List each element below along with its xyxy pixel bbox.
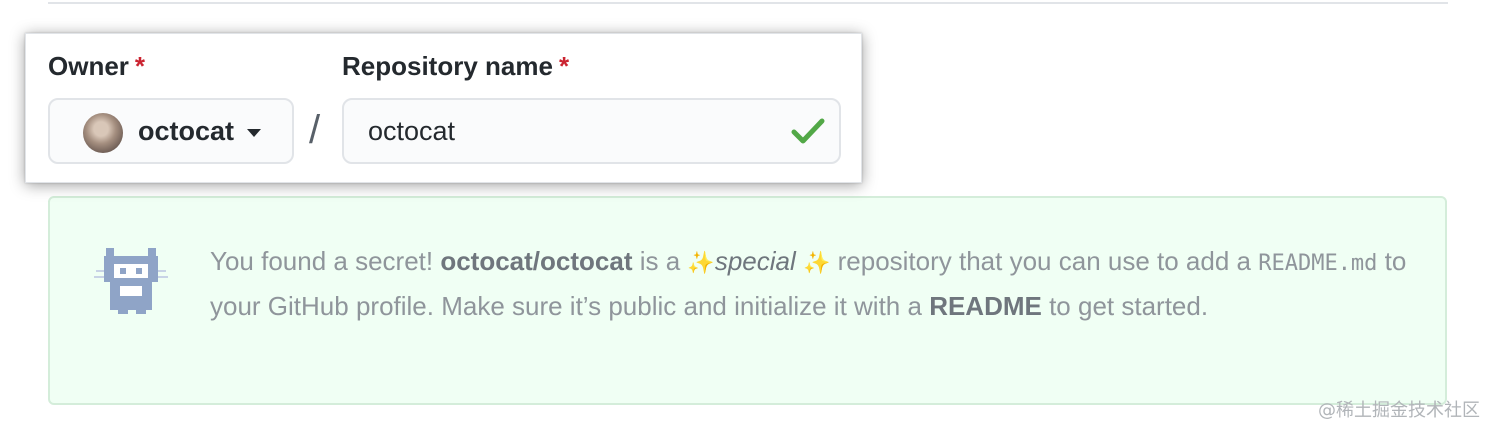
avatar [83, 113, 123, 153]
repository-name-label-text: Repository name [342, 51, 553, 81]
watermark: @稀土掘金技术社区 [1318, 400, 1480, 421]
owner-label-text: Owner [48, 51, 129, 81]
owner-select-button[interactable]: octocat [48, 98, 294, 164]
owner-name: octocat [138, 116, 235, 146]
sparkle-icon: ✨ [802, 250, 831, 275]
special-repository-notice: You found a secret! octocat/octocat is a… [48, 196, 1447, 405]
readme-filename: README.md [1258, 251, 1378, 276]
mona-cat-icon [94, 248, 168, 314]
readme-emphasis: README [929, 291, 1042, 321]
repository-name-input[interactable]: octocat [342, 98, 841, 164]
notice-text-part: You found a secret! [210, 246, 441, 276]
special-emphasis: special [714, 246, 796, 276]
repository-name-value: octocat [368, 116, 456, 146]
notice-text-part: is a [632, 246, 688, 276]
notice-text: You found a secret! octocat/octocat is a… [210, 240, 1410, 327]
required-marker: * [558, 51, 570, 81]
owner-label: Owner * [48, 51, 145, 82]
repository-owner-name-form: Owner * Repository name * octocat / octoca… [25, 33, 862, 183]
notice-text-part: repository that you can use to add a [830, 246, 1259, 276]
repository-name-label: Repository name * [342, 51, 569, 82]
divider [48, 2, 1448, 4]
owner-repo-separator: / [309, 108, 321, 152]
repository-reference: octocat/octocat [440, 246, 633, 276]
notice-text-part: to get started. [1041, 291, 1209, 321]
sparkle-icon: ✨ [687, 250, 715, 275]
caret-down-icon [247, 129, 261, 137]
check-icon [791, 118, 825, 144]
required-marker: * [134, 51, 146, 81]
